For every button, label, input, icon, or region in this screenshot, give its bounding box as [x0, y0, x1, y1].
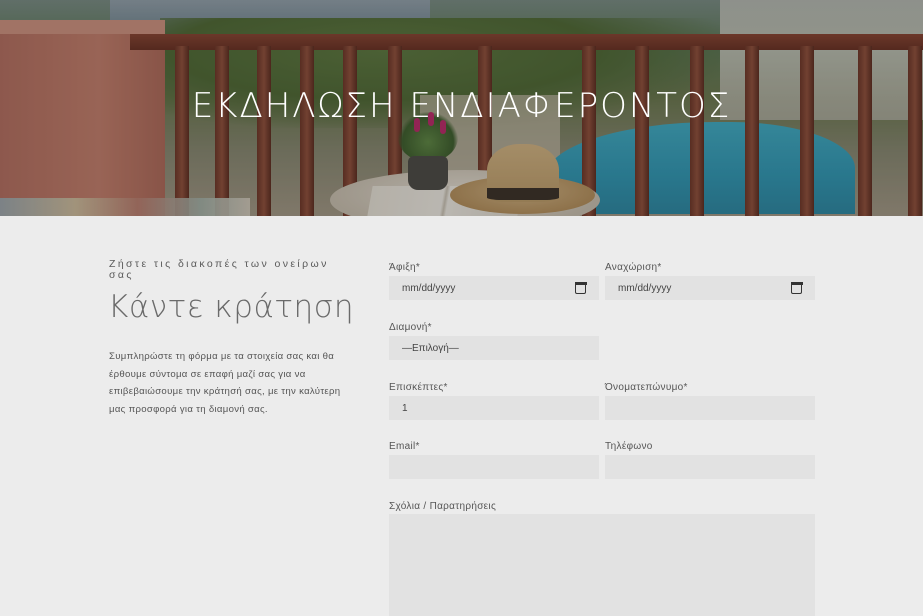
stay-selected-value: —Επιλογή— [402, 342, 459, 354]
phone-input[interactable] [605, 455, 815, 479]
departure-date-input[interactable]: mm/dd/yyyy [605, 276, 815, 300]
comments-label: Σχόλια / Παρατηρήσεις [389, 501, 497, 512]
stay-label: Διαμονή* [389, 322, 432, 333]
fullname-input[interactable] [605, 396, 815, 420]
calendar-icon[interactable] [790, 282, 803, 294]
email-label: Email* [389, 441, 420, 452]
arrival-placeholder: mm/dd/yyyy [402, 282, 456, 294]
hero-title: ΕΚΔΗΛΩΣΗ ΕΝΔΙΑΦΕΡΟΝΤΟΣ [191, 86, 732, 126]
phone-label: Τηλέφωνο [605, 441, 653, 452]
guests-value: 1 [402, 402, 408, 414]
intro-kicker: Ζήστε τις διακοπές των ονείρων σας [109, 258, 329, 281]
departure-placeholder: mm/dd/yyyy [618, 282, 672, 294]
calendar-icon[interactable] [574, 282, 587, 294]
departure-label: Αναχώριση* [605, 262, 662, 273]
guests-input[interactable]: 1 [389, 396, 599, 420]
hero-banner: ΕΚΔΗΛΩΣΗ ΕΝΔΙΑΦΕΡΟΝΤΟΣ [0, 0, 923, 216]
comments-textarea[interactable] [389, 514, 815, 616]
arrival-label: Άφιξη* [389, 262, 421, 273]
page-title: Κάντε κράτηση [108, 289, 354, 325]
fullname-label: Όνοματεπώνυμο* [605, 382, 688, 393]
intro-description: Συμπληρώστε τη φόρμα με τα στοιχεία σας … [109, 351, 341, 415]
guests-label: Επισκέπτες* [389, 382, 448, 393]
arrival-date-input[interactable]: mm/dd/yyyy [389, 276, 599, 300]
email-input[interactable] [389, 455, 599, 479]
stay-select[interactable]: —Επιλογή— [389, 336, 599, 360]
